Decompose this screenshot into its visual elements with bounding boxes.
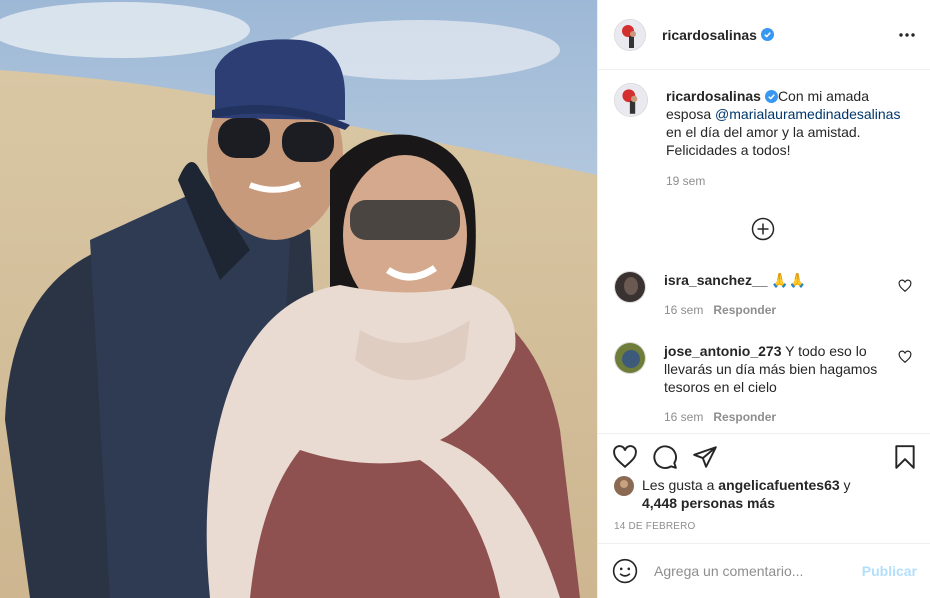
caption-time[interactable]: 19 sem (666, 174, 906, 188)
comment-icon[interactable] (652, 444, 678, 470)
post-actions: Les gusta a angelicafuentes63 y 4,448 pe… (598, 433, 930, 543)
reply-button[interactable]: Responder (713, 303, 776, 317)
caption-text-after: en el día del amor y la amistad. Felicid… (666, 124, 861, 158)
comment-time[interactable]: 16 sem (664, 303, 703, 317)
comment-input[interactable] (654, 563, 854, 579)
avatar[interactable] (614, 18, 646, 51)
caption-avatar[interactable] (614, 83, 648, 117)
likes-conjunction: y (839, 477, 851, 493)
emoji-icon[interactable] (612, 558, 638, 584)
more-options-icon[interactable] (898, 26, 916, 44)
comment-avatar[interactable] (614, 271, 646, 303)
liker-username[interactable]: angelicafuentes63 (718, 477, 839, 493)
comments-list[interactable]: ricardosalinas Con mi amada esposa @maria… (598, 71, 930, 433)
comment-text: 🙏🙏 (767, 272, 807, 288)
bookmark-icon[interactable] (892, 444, 918, 470)
comment-username[interactable]: isra_sanchez__ (664, 272, 768, 288)
post-side-panel: ricardosalinas ricardosalinas Con mi amad… (597, 0, 930, 598)
likes-others[interactable]: 4,448 personas más (642, 495, 775, 511)
reply-button[interactable]: Responder (713, 410, 776, 424)
action-icons (610, 442, 920, 472)
verified-badge-icon (760, 28, 774, 41)
likes-text: Les gusta a angelicafuentes63 y 4,448 pe… (642, 476, 851, 512)
add-comment-bar: Publicar (598, 543, 930, 598)
post-date[interactable]: 14 DE FEBRERO (614, 521, 696, 532)
caption-mention-link[interactable]: @marialauramedinadesalinas (715, 106, 900, 122)
comment-avatar[interactable] (614, 342, 646, 374)
likes-prefix: Les gusta a (642, 477, 719, 493)
comment-username[interactable]: jose_antonio_273 (664, 343, 782, 359)
heart-icon[interactable] (898, 350, 912, 364)
post-username[interactable]: ricardosalinas (662, 27, 757, 43)
likes-summary: Les gusta a angelicafuentes63 y 4,448 pe… (614, 476, 851, 512)
liker-avatar[interactable] (614, 476, 634, 496)
post-header: ricardosalinas (598, 0, 930, 70)
like-heart-icon[interactable] (612, 444, 638, 470)
verified-badge-icon (764, 90, 778, 103)
comment-time[interactable]: 16 sem (664, 410, 703, 424)
heart-icon[interactable] (898, 279, 912, 293)
comment-item: jose_antonio_273 Y todo eso lo llevarás … (614, 342, 914, 426)
share-icon[interactable] (692, 444, 718, 470)
post-photo[interactable] (0, 0, 597, 598)
comment-item: isra_sanchez__ 🙏🙏 16 sem Responder (614, 271, 914, 319)
caption-username[interactable]: ricardosalinas (666, 88, 761, 104)
post-caption: ricardosalinas Con mi amada esposa @maria… (614, 83, 915, 188)
load-more-icon[interactable] (751, 217, 775, 241)
publish-button[interactable]: Publicar (862, 563, 917, 579)
caption-text: ricardosalinas Con mi amada esposa @maria… (666, 87, 906, 159)
